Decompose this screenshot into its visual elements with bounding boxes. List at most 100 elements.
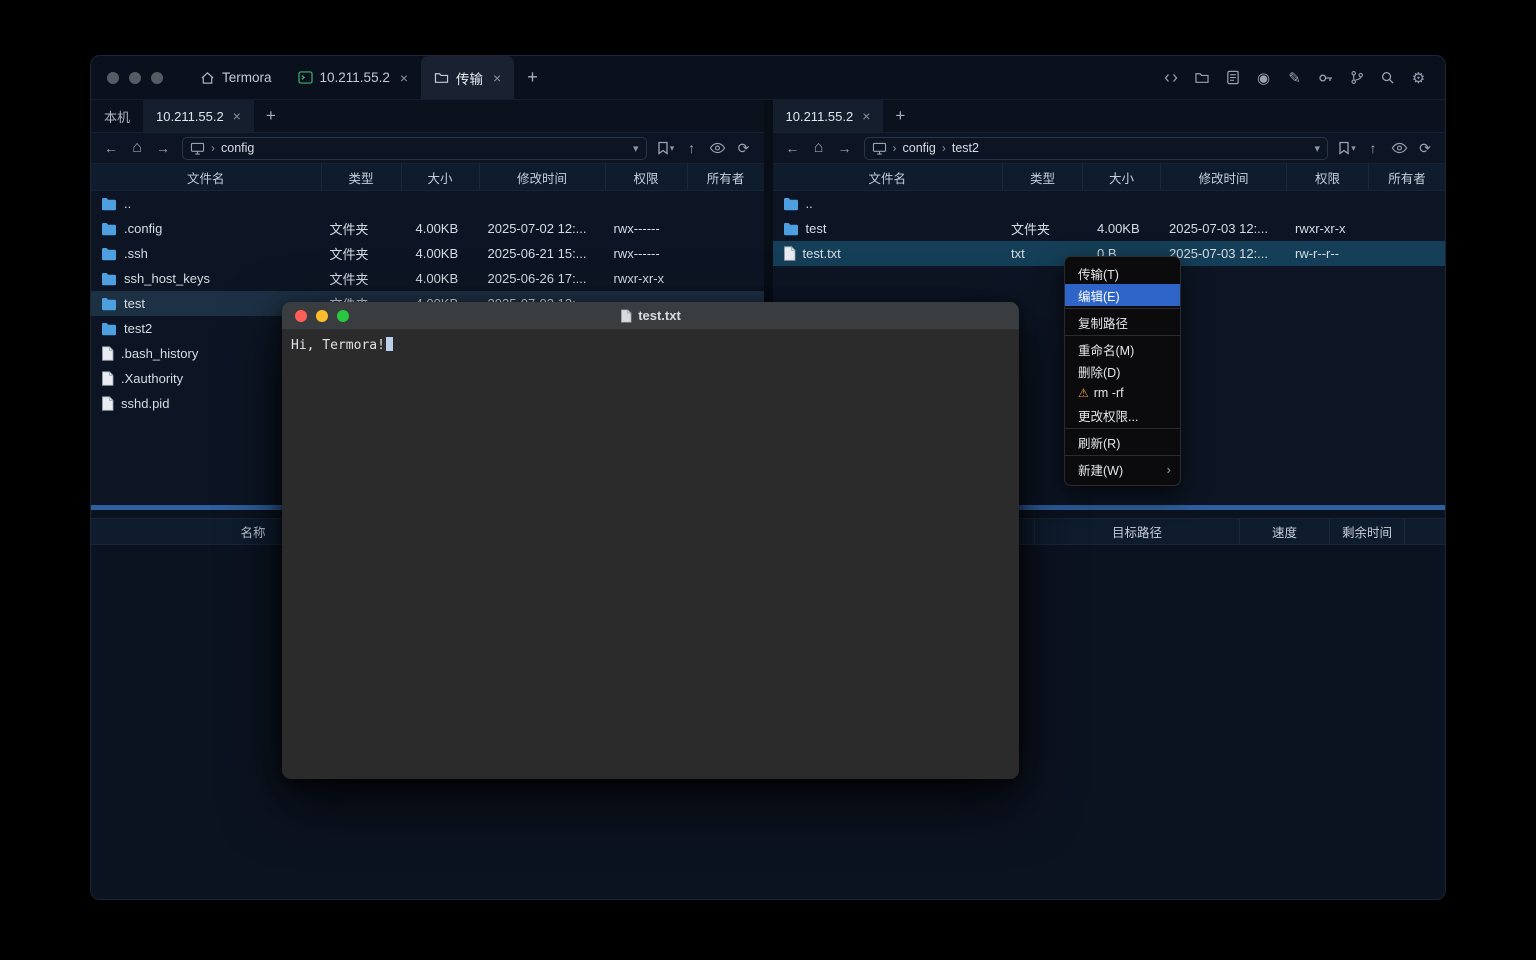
menu-item-rm-rf[interactable]: ⚠rm -rf (1065, 382, 1180, 404)
new-pane-tab-button[interactable]: + (254, 100, 288, 132)
pencil-icon[interactable]: ✎ (1286, 69, 1303, 86)
menu-item-delete[interactable]: 删除(D) (1065, 360, 1180, 382)
tab-ssh-session[interactable]: 10.211.55.2 × (285, 56, 422, 99)
menu-item-edit[interactable]: 编辑(E) (1065, 284, 1180, 306)
chevron-down-icon[interactable]: ▾ (1314, 142, 1320, 155)
transfer-header-gap (1405, 519, 1445, 544)
file-row[interactable]: .. (91, 191, 764, 216)
close-window-button[interactable] (107, 72, 119, 84)
file-row[interactable]: ssh_host_keys 文件夹 4.00KB 2025-06-26 17:.… (91, 266, 764, 291)
new-tab-button[interactable]: + (514, 56, 551, 99)
file-name: .bash_history (121, 346, 198, 361)
close-tab-icon[interactable]: × (233, 108, 241, 124)
menu-item-change-permissions[interactable]: 更改权限... (1065, 404, 1180, 426)
col-header-name[interactable]: 文件名 (91, 164, 322, 190)
menu-item-refresh[interactable]: 刷新(R) (1065, 431, 1180, 453)
col-header-mtime[interactable]: 修改时间 (480, 164, 606, 190)
titlebar-toolbar: ◉ ✎ ⚙ (1162, 56, 1445, 99)
close-tab-icon[interactable]: × (400, 70, 408, 86)
back-icon[interactable]: ← (781, 137, 805, 159)
code-icon[interactable] (1162, 69, 1179, 86)
breadcrumb-segment[interactable]: config (903, 141, 936, 155)
gear-icon[interactable]: ⚙ (1410, 69, 1427, 86)
bookmark-icon[interactable]: ▾ (654, 137, 678, 159)
minimize-window-button[interactable] (316, 310, 328, 322)
col-header-type[interactable]: 类型 (1003, 164, 1083, 190)
search-icon[interactable] (1379, 69, 1396, 86)
close-tab-icon[interactable]: × (493, 70, 501, 86)
file-row[interactable]: .. (773, 191, 1446, 216)
file-row[interactable]: test 文件夹 4.00KB 2025-07-03 12:... rwxr-x… (773, 216, 1446, 241)
file-row[interactable]: .config 文件夹 4.00KB 2025-07-02 12:... rwx… (91, 216, 764, 241)
col-header-eta[interactable]: 剩余时间 (1330, 519, 1405, 544)
forward-icon[interactable]: → (833, 137, 857, 159)
maximize-window-button[interactable] (337, 310, 349, 322)
back-icon[interactable]: ← (99, 137, 123, 159)
forward-icon[interactable]: → (151, 137, 175, 159)
col-header-type[interactable]: 类型 (322, 164, 402, 190)
up-directory-icon[interactable]: ↑ (1361, 137, 1385, 159)
menu-item-label: 刷新(R) (1078, 433, 1120, 452)
close-tab-icon[interactable]: × (862, 108, 870, 124)
bookmark-icon[interactable]: ▾ (1335, 137, 1359, 159)
col-header-destination[interactable]: 目标路径 (1035, 519, 1240, 544)
chevron-down-icon[interactable]: ▾ (633, 142, 639, 155)
new-pane-tab-button[interactable]: + (883, 100, 917, 132)
up-directory-icon[interactable]: ↑ (680, 137, 704, 159)
col-header-perm[interactable]: 权限 (1287, 164, 1369, 190)
col-header-name[interactable]: 文件名 (773, 164, 1004, 190)
folder-icon (101, 197, 117, 211)
branch-icon[interactable] (1348, 69, 1365, 86)
file-size: 4.00KB (1083, 221, 1161, 236)
col-header-owner[interactable]: 所有者 (688, 164, 764, 190)
breadcrumb[interactable]: › config ▾ (182, 137, 647, 160)
traffic-lights (91, 56, 187, 99)
file-size: 4.00KB (402, 271, 480, 286)
refresh-icon[interactable]: ⟳ (1413, 137, 1437, 159)
file-row[interactable]: .ssh 文件夹 4.00KB 2025-06-21 15:... rwx---… (91, 241, 764, 266)
tab-termora-home[interactable]: Termora (187, 56, 285, 99)
editor-window: test.txt Hi, Termora! (282, 302, 1019, 779)
record-icon[interactable]: ◉ (1255, 69, 1272, 86)
folder-icon (101, 297, 117, 311)
computer-icon (872, 142, 887, 155)
computer-icon (190, 142, 205, 155)
pane-tab-label: 本机 (104, 107, 130, 126)
tab-label: Termora (222, 70, 272, 85)
minimize-window-button[interactable] (129, 72, 141, 84)
pane-tab-remote[interactable]: 10.211.55.2 × (143, 100, 254, 132)
show-hidden-eye-icon[interactable] (1387, 137, 1411, 159)
close-window-button[interactable] (295, 310, 307, 322)
col-header-speed[interactable]: 速度 (1240, 519, 1330, 544)
home-icon[interactable]: ⌂ (807, 137, 831, 159)
folder-icon[interactable] (1193, 69, 1210, 86)
col-header-size[interactable]: 大小 (402, 164, 480, 190)
tab-transfer[interactable]: 传输 × (421, 56, 514, 99)
maximize-window-button[interactable] (151, 72, 163, 84)
folder-icon (783, 197, 799, 211)
pane-tab-remote[interactable]: 10.211.55.2 × (773, 100, 884, 132)
file-type: 文件夹 (1003, 219, 1083, 238)
col-header-owner[interactable]: 所有者 (1369, 164, 1445, 190)
menu-item-transfer[interactable]: 传输(T) (1065, 262, 1180, 284)
home-icon[interactable]: ⌂ (125, 137, 149, 159)
key-icon[interactable] (1317, 69, 1334, 86)
col-header-perm[interactable]: 权限 (606, 164, 688, 190)
editor-titlebar[interactable]: test.txt (282, 302, 1019, 330)
col-header-size[interactable]: 大小 (1083, 164, 1161, 190)
breadcrumb-segment[interactable]: test2 (952, 141, 979, 155)
menu-item-rename[interactable]: 重命名(M) (1065, 338, 1180, 360)
folder-icon (101, 272, 117, 286)
log-list-icon[interactable] (1224, 69, 1241, 86)
file-icon (101, 396, 114, 411)
show-hidden-eye-icon[interactable] (706, 137, 730, 159)
breadcrumb-segment[interactable]: config (221, 141, 254, 155)
editor-content[interactable]: Hi, Termora! (282, 330, 1019, 779)
breadcrumb[interactable]: › config › test2 ▾ (864, 137, 1329, 160)
refresh-icon[interactable]: ⟳ (732, 137, 756, 159)
file-mtime: 2025-06-26 17:... (480, 271, 606, 286)
menu-item-new[interactable]: 新建(W)› (1065, 458, 1180, 480)
col-header-mtime[interactable]: 修改时间 (1161, 164, 1287, 190)
pane-tab-local[interactable]: 本机 (91, 100, 143, 132)
menu-item-copy-path[interactable]: 复制路径 (1065, 311, 1180, 333)
